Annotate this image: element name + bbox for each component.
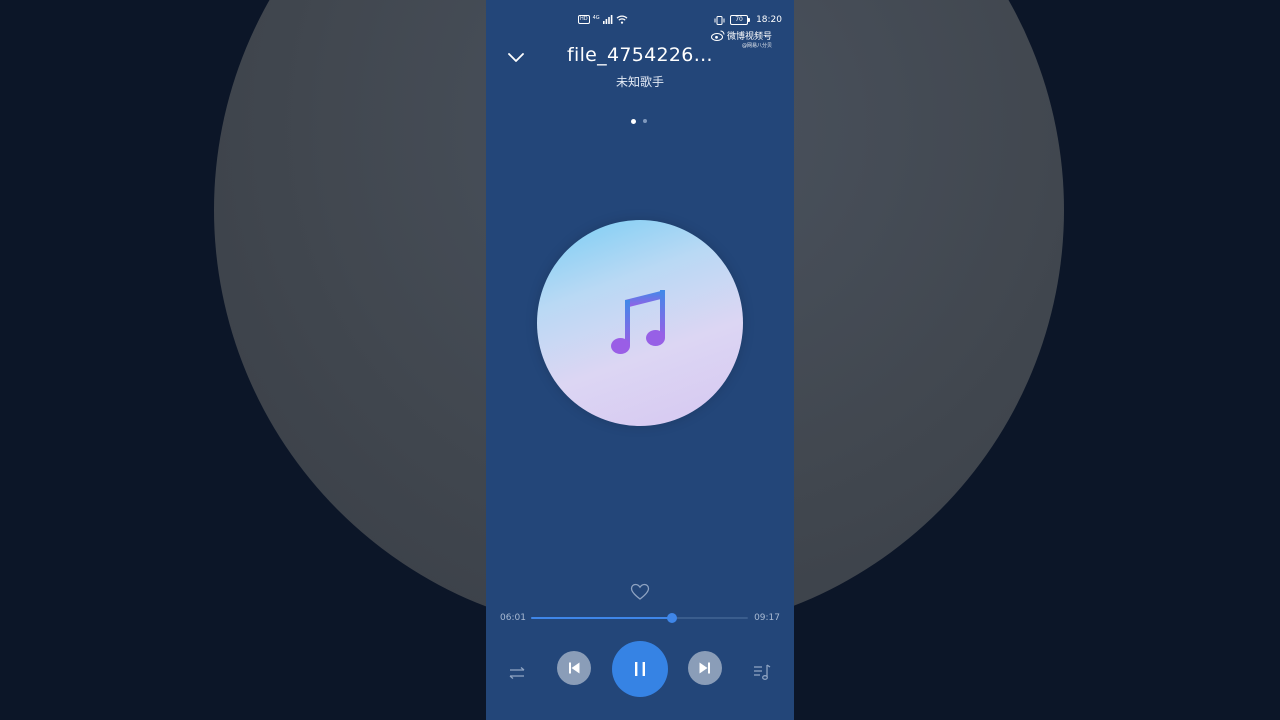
page-indicator (631, 118, 647, 124)
like-button[interactable] (630, 583, 650, 601)
screen: HD 4G 70 18:20 微博视频号 @网易八分贝 file_4754226… (0, 0, 1280, 720)
total-time: 09:17 (754, 613, 780, 623)
page-dot-1[interactable] (631, 118, 636, 124)
status-bar-right: 70 18:20 (714, 15, 782, 25)
wifi-icon (616, 15, 628, 24)
previous-track-button[interactable] (557, 651, 591, 685)
battery-icon: 70 (730, 15, 751, 25)
elapsed-time: 06:01 (500, 613, 526, 623)
watermark-brand: 微博视频号 (727, 32, 773, 42)
status-time: 18:20 (756, 15, 782, 25)
progress-bar[interactable] (531, 613, 748, 623)
pause-icon (635, 662, 645, 676)
signal-icon (602, 15, 613, 24)
playlist-icon (754, 664, 771, 680)
playlist-button[interactable] (752, 662, 772, 682)
weibo-logo-icon (711, 30, 725, 41)
album-art (537, 220, 743, 426)
vibrate-icon (714, 15, 725, 25)
hd-badge: HD (578, 15, 590, 24)
music-player-screen: HD 4G 70 18:20 微博视频号 @网易八分贝 file_4754226… (486, 0, 794, 720)
repeat-icon (509, 667, 525, 679)
progress-fill (531, 617, 672, 619)
music-note-icon (611, 290, 665, 354)
skip-previous-icon (569, 662, 580, 674)
network-type: 4G (592, 14, 600, 21)
pause-button[interactable] (612, 641, 668, 697)
song-title: file_4754226… (567, 44, 713, 66)
artist-name: 未知歌手 (615, 75, 664, 89)
status-bar-left: HD 4G (578, 15, 628, 24)
play-mode-button[interactable] (507, 663, 527, 683)
progress-thumb[interactable] (666, 613, 677, 623)
heart-icon (630, 583, 650, 600)
page-dot-2[interactable] (643, 119, 647, 123)
skip-next-icon (699, 662, 710, 674)
next-track-button[interactable] (688, 651, 722, 685)
